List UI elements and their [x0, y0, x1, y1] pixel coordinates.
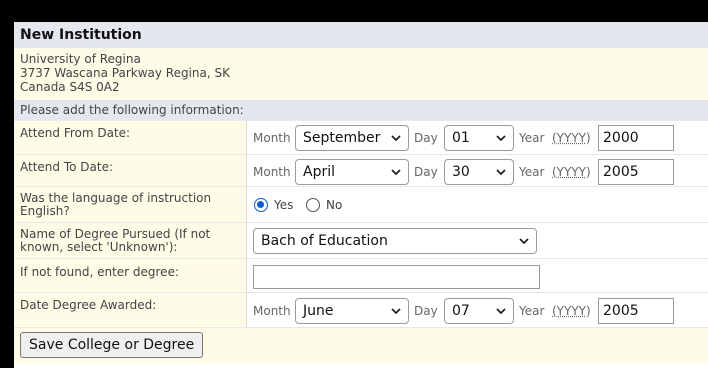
attend-to-label-cell: Attend To Date:: [14, 155, 247, 187]
attend-to-month-select[interactable]: April: [295, 159, 409, 185]
year-label: Year: [519, 304, 545, 318]
selected-day: 07: [452, 303, 470, 319]
attend-from-day-select[interactable]: 01: [444, 125, 514, 151]
form-header: New Institution: [14, 22, 708, 48]
degree-other-row: If not found, enter degree:: [14, 258, 708, 293]
awarded-value-cell: Month June Day 07 Year (YYYY) 2005: [247, 293, 708, 328]
selected-month: September: [303, 130, 381, 146]
awarded-month-select[interactable]: June: [295, 298, 409, 324]
awarded-label-cell: Date Degree Awarded:: [14, 293, 247, 328]
info-banner: Please add the following information:: [14, 100, 708, 120]
attend-from-value-cell: Month September Day 01 Year (YYYY) 2000: [247, 121, 708, 155]
attend-from-year-input[interactable]: 2000: [598, 125, 674, 151]
year-format-hint: (YYYY): [552, 304, 591, 318]
chevron-down-icon: [496, 135, 506, 142]
institution-address: University of Regina 3737 Wascana Parkwa…: [14, 48, 708, 100]
selected-degree: Bach of Education: [261, 233, 388, 249]
chevron-down-icon: [391, 308, 401, 315]
month-label: Month: [253, 304, 291, 318]
attend-to-day-select[interactable]: 30: [444, 159, 514, 185]
awarded-day-select[interactable]: 07: [444, 298, 514, 324]
attend-to-value-cell: Month April Day 30 Year (YYYY) 2005: [247, 155, 708, 187]
language-no-label: No: [326, 198, 343, 212]
address-line-3: Canada S4S 0A2: [20, 80, 120, 94]
day-label: Day: [414, 304, 438, 318]
language-no-radio[interactable]: [306, 198, 320, 212]
selected-month: April: [303, 164, 335, 180]
language-yes-label: Yes: [274, 198, 294, 212]
selected-month: June: [303, 303, 334, 319]
chevron-down-icon: [519, 238, 529, 245]
degree-label-line-2: known, select 'Unknown'):: [20, 240, 178, 254]
institution-form: New Institution University of Regina 373…: [14, 22, 708, 368]
degree-other-label: If not found, enter degree:: [20, 265, 179, 279]
selected-day: 01: [452, 130, 470, 146]
day-label: Day: [414, 165, 438, 179]
attend-from-label: Attend From Date:: [20, 126, 131, 140]
chevron-down-icon: [496, 308, 506, 315]
year-format-hint: (YYYY): [552, 131, 591, 145]
address-line-2: 3737 Wascana Parkway Regina, SK: [20, 66, 231, 80]
attend-from-month-select[interactable]: September: [295, 125, 409, 151]
form-title: New Institution: [20, 27, 142, 43]
year-format-hint: (YYYY): [552, 165, 591, 179]
info-text: Please add the following information:: [20, 103, 244, 117]
language-label-cell: Was the language of instruction English?: [14, 187, 247, 223]
awarded-label: Date Degree Awarded:: [20, 298, 157, 312]
degree-other-input[interactable]: [253, 265, 540, 289]
year-value: 2005: [603, 303, 639, 319]
language-yes-radio[interactable]: [254, 198, 268, 212]
degree-row: Name of Degree Pursued (If not known, se…: [14, 222, 708, 259]
attend-to-year-input[interactable]: 2005: [598, 159, 674, 185]
language-row: Was the language of instruction English?…: [14, 186, 708, 223]
degree-other-value-cell: [247, 259, 708, 293]
year-label: Year: [519, 131, 545, 145]
actions-row: Save College or Degree: [14, 327, 708, 364]
attend-to-row: Attend To Date: Month April Day 30 Year …: [14, 154, 708, 187]
day-label: Day: [414, 131, 438, 145]
selected-day: 30: [452, 164, 470, 180]
year-label: Year: [519, 165, 545, 179]
year-value: 2000: [603, 130, 639, 146]
month-label: Month: [253, 131, 291, 145]
awarded-row: Date Degree Awarded: Month June Day 07 Y…: [14, 292, 708, 328]
language-label-line-2: English?: [20, 204, 70, 218]
degree-select[interactable]: Bach of Education: [253, 228, 537, 254]
screenshot-frame: New Institution University of Regina 373…: [0, 0, 708, 368]
degree-label-cell: Name of Degree Pursued (If not known, se…: [14, 223, 247, 259]
language-value-cell: Yes No: [247, 187, 708, 223]
month-label: Month: [253, 165, 291, 179]
chevron-down-icon: [391, 169, 401, 176]
attend-to-label: Attend To Date:: [20, 160, 113, 174]
degree-other-label-cell: If not found, enter degree:: [14, 259, 247, 293]
chevron-down-icon: [391, 135, 401, 142]
degree-value-cell: Bach of Education: [247, 223, 708, 259]
attend-from-label-cell: Attend From Date:: [14, 121, 247, 155]
awarded-year-input[interactable]: 2005: [598, 298, 674, 324]
address-line-1: University of Regina: [20, 52, 141, 66]
attend-from-row: Attend From Date: Month September Day 01…: [14, 120, 708, 155]
chevron-down-icon: [496, 169, 506, 176]
year-value: 2005: [603, 164, 639, 180]
save-college-button[interactable]: Save College or Degree: [20, 332, 204, 358]
